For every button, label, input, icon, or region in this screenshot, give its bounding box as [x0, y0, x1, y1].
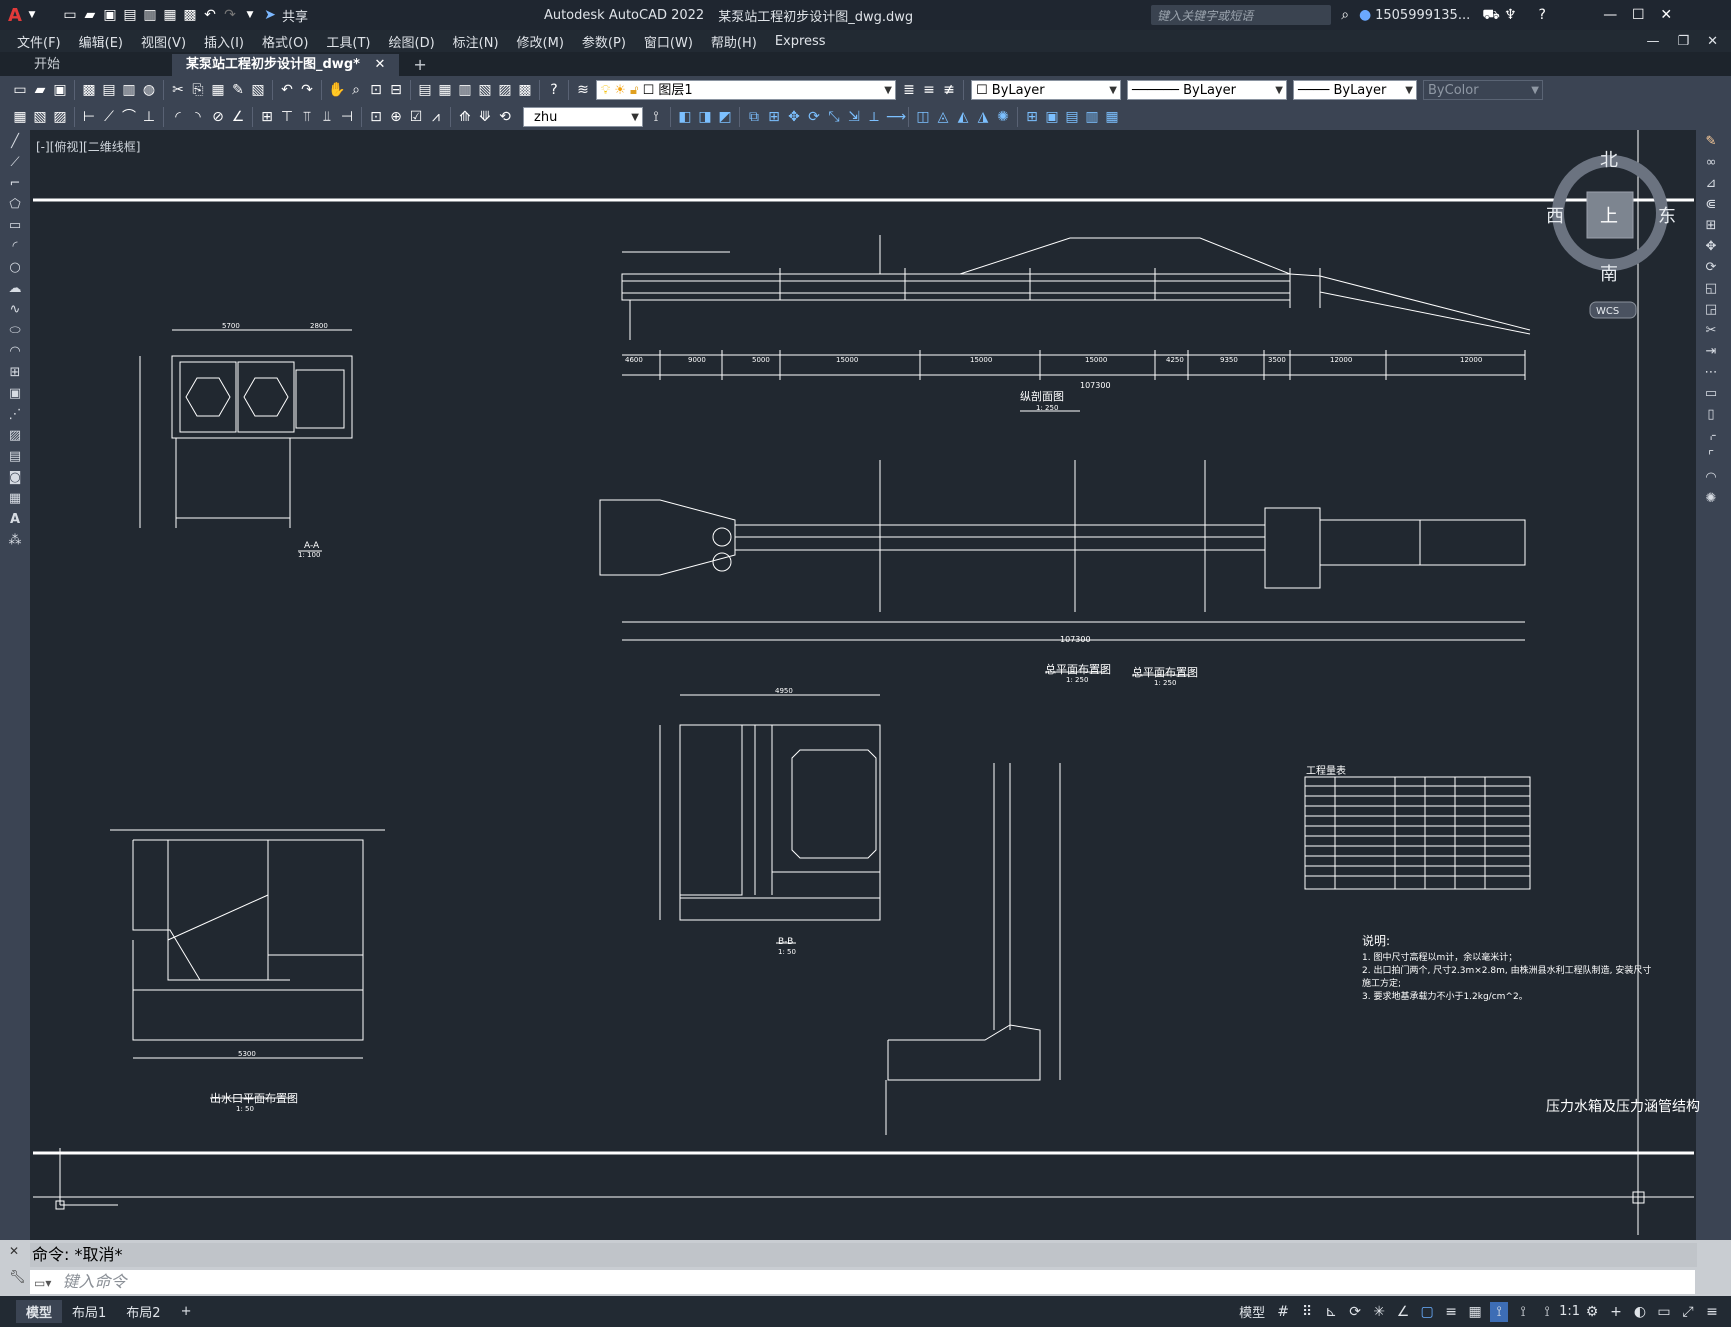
notes-line-1: 1. 图中尺寸高程以m计，余以毫米计；	[1362, 951, 1517, 963]
customize-icon[interactable]: ≡	[1703, 1302, 1721, 1322]
notes-line-4: 3. 要求地基承载力不小于1.2kg/cm^2。	[1362, 990, 1528, 1002]
dim-seg-6: 15000	[1085, 356, 1107, 364]
outlet-dim-bottom: 5300	[238, 1050, 256, 1058]
compass-east[interactable]: 东	[1658, 206, 1676, 227]
plan-overall-dimension: 107300	[1060, 635, 1091, 644]
dim-seg-8: 9350	[1220, 356, 1238, 364]
dimension-texts: 纵剖面图 1: 250 总平面布置图 1: 250 总平面布置图 1: 250 …	[210, 322, 1700, 1115]
annotation-visibility-icon[interactable]: ⟟	[1490, 1301, 1509, 1322]
auto-scale-icon[interactable]: ⟟	[1514, 1302, 1532, 1322]
section-aa-title: A-A	[304, 541, 320, 551]
lineweight-icon[interactable]: ≡	[1442, 1302, 1460, 1322]
ortho-icon[interactable]: ⊾	[1322, 1302, 1340, 1322]
profile-scale: 1: 250	[1036, 404, 1058, 412]
command-placeholder: 键入命令	[62, 1272, 127, 1291]
outlet-scale: 1: 50	[236, 1105, 254, 1113]
add-layout-button[interactable]: +	[171, 1302, 202, 1321]
tab-model[interactable]: 模型	[16, 1300, 63, 1323]
transparency-icon[interactable]: ▦	[1466, 1302, 1484, 1322]
polar-icon[interactable]: ⟳	[1346, 1302, 1364, 1322]
profile-title: 纵剖面图	[1020, 389, 1064, 403]
command-settings-icon[interactable]: 🔧︎	[9, 1270, 26, 1285]
outlet-title: 出水口平面布置图	[210, 1091, 298, 1105]
dim-seg-11: 12000	[1460, 356, 1482, 364]
tab-layout2[interactable]: 布局2	[116, 1300, 170, 1323]
command-history: 命令: *取消*	[30, 1243, 1697, 1267]
aa-dim-2: 2800	[310, 322, 328, 330]
overall-dimension: 107300	[1080, 381, 1111, 390]
section-bb-title: B-B	[778, 937, 793, 947]
command-prompt-icon[interactable]: ▭▾	[34, 1276, 51, 1290]
gear-icon[interactable]: ⚙	[1583, 1302, 1601, 1322]
dim-seg-7: 4250	[1166, 356, 1184, 364]
annotation-scale-icon[interactable]: ⟟	[1538, 1302, 1556, 1322]
tab-layout1[interactable]: 布局1	[62, 1300, 116, 1323]
profile-drawing	[621, 235, 1531, 412]
plus-icon[interactable]: +	[1607, 1302, 1625, 1322]
command-input[interactable]: ▭▾ 键入命令	[30, 1270, 1695, 1294]
snap-icon[interactable]: ⠿	[1298, 1302, 1316, 1322]
section-bb-drawing	[659, 694, 881, 944]
plan-scale: 1: 250	[1066, 676, 1088, 684]
quantity-table	[1304, 776, 1531, 890]
clean-screen-icon[interactable]: ⤢	[1679, 1302, 1697, 1322]
object-snap-tracking-icon[interactable]: ∠	[1394, 1302, 1412, 1322]
aa-dim-1: 5700	[222, 322, 240, 330]
dim-seg-1: 4600	[625, 356, 643, 364]
dim-seg-4: 15000	[836, 356, 858, 364]
object-snap-icon[interactable]: ▢	[1418, 1302, 1436, 1322]
bb-dim-top: 4950	[775, 687, 793, 695]
dim-seg-3: 5000	[752, 356, 770, 364]
hardware-acceleration-icon[interactable]: ▭	[1655, 1302, 1673, 1322]
section-bb-scale: 1: 50	[778, 948, 796, 956]
pipe-section-drawing	[885, 763, 1061, 1135]
drawing-content: 纵剖面图 1: 250 总平面布置图 1: 250 总平面布置图 1: 250 …	[33, 130, 1700, 1235]
status-bar: 模型 布局1 布局2 + 模型 # ⠿ ⊾ ⟳ ✳ ∠ ▢ ≡ ▦ ⟟ ⟟ ⟟ …	[0, 1296, 1731, 1327]
model-space-button[interactable]: 模型	[1233, 1300, 1271, 1323]
dim-seg-5: 15000	[970, 356, 992, 364]
dim-seg-10: 12000	[1330, 356, 1352, 364]
dim-seg-2: 9000	[688, 356, 706, 364]
grid-icon[interactable]: #	[1274, 1302, 1292, 1322]
isolate-objects-icon[interactable]: ◐	[1631, 1302, 1649, 1322]
section-aa-drawing	[139, 329, 353, 552]
section-aa-scale: 1: 100	[298, 551, 320, 559]
isodraft-icon[interactable]: ✳	[1370, 1302, 1388, 1322]
compass-north[interactable]: 北	[1600, 150, 1618, 171]
notes-line-3: 施工方定;	[1362, 977, 1401, 989]
annotation-scale-value[interactable]: 1:1	[1559, 1304, 1580, 1319]
command-close-icon[interactable]: ✕	[9, 1244, 19, 1258]
compass-top[interactable]: 上	[1600, 206, 1618, 227]
notes-heading: 说明:	[1362, 933, 1390, 948]
plan2-title: 总平面布置图	[1132, 665, 1198, 679]
right-title: 压力水箱及压力涵管结构	[1546, 1099, 1700, 1115]
table-title: 工程量表	[1306, 764, 1346, 777]
dim-seg-9: 3500	[1268, 356, 1286, 364]
compass-south[interactable]: 南	[1600, 264, 1618, 285]
plan2-scale: 1: 250	[1154, 679, 1176, 687]
compass-west[interactable]: 西	[1546, 206, 1564, 227]
wcs-label[interactable]: WCS	[1596, 306, 1619, 317]
plan-title: 总平面布置图	[1045, 662, 1111, 676]
notes-line-2: 2. 出口拍门两个, 尺寸2.3m×2.8m, 由株洲县水利工程队制造, 安装尺…	[1362, 964, 1651, 976]
